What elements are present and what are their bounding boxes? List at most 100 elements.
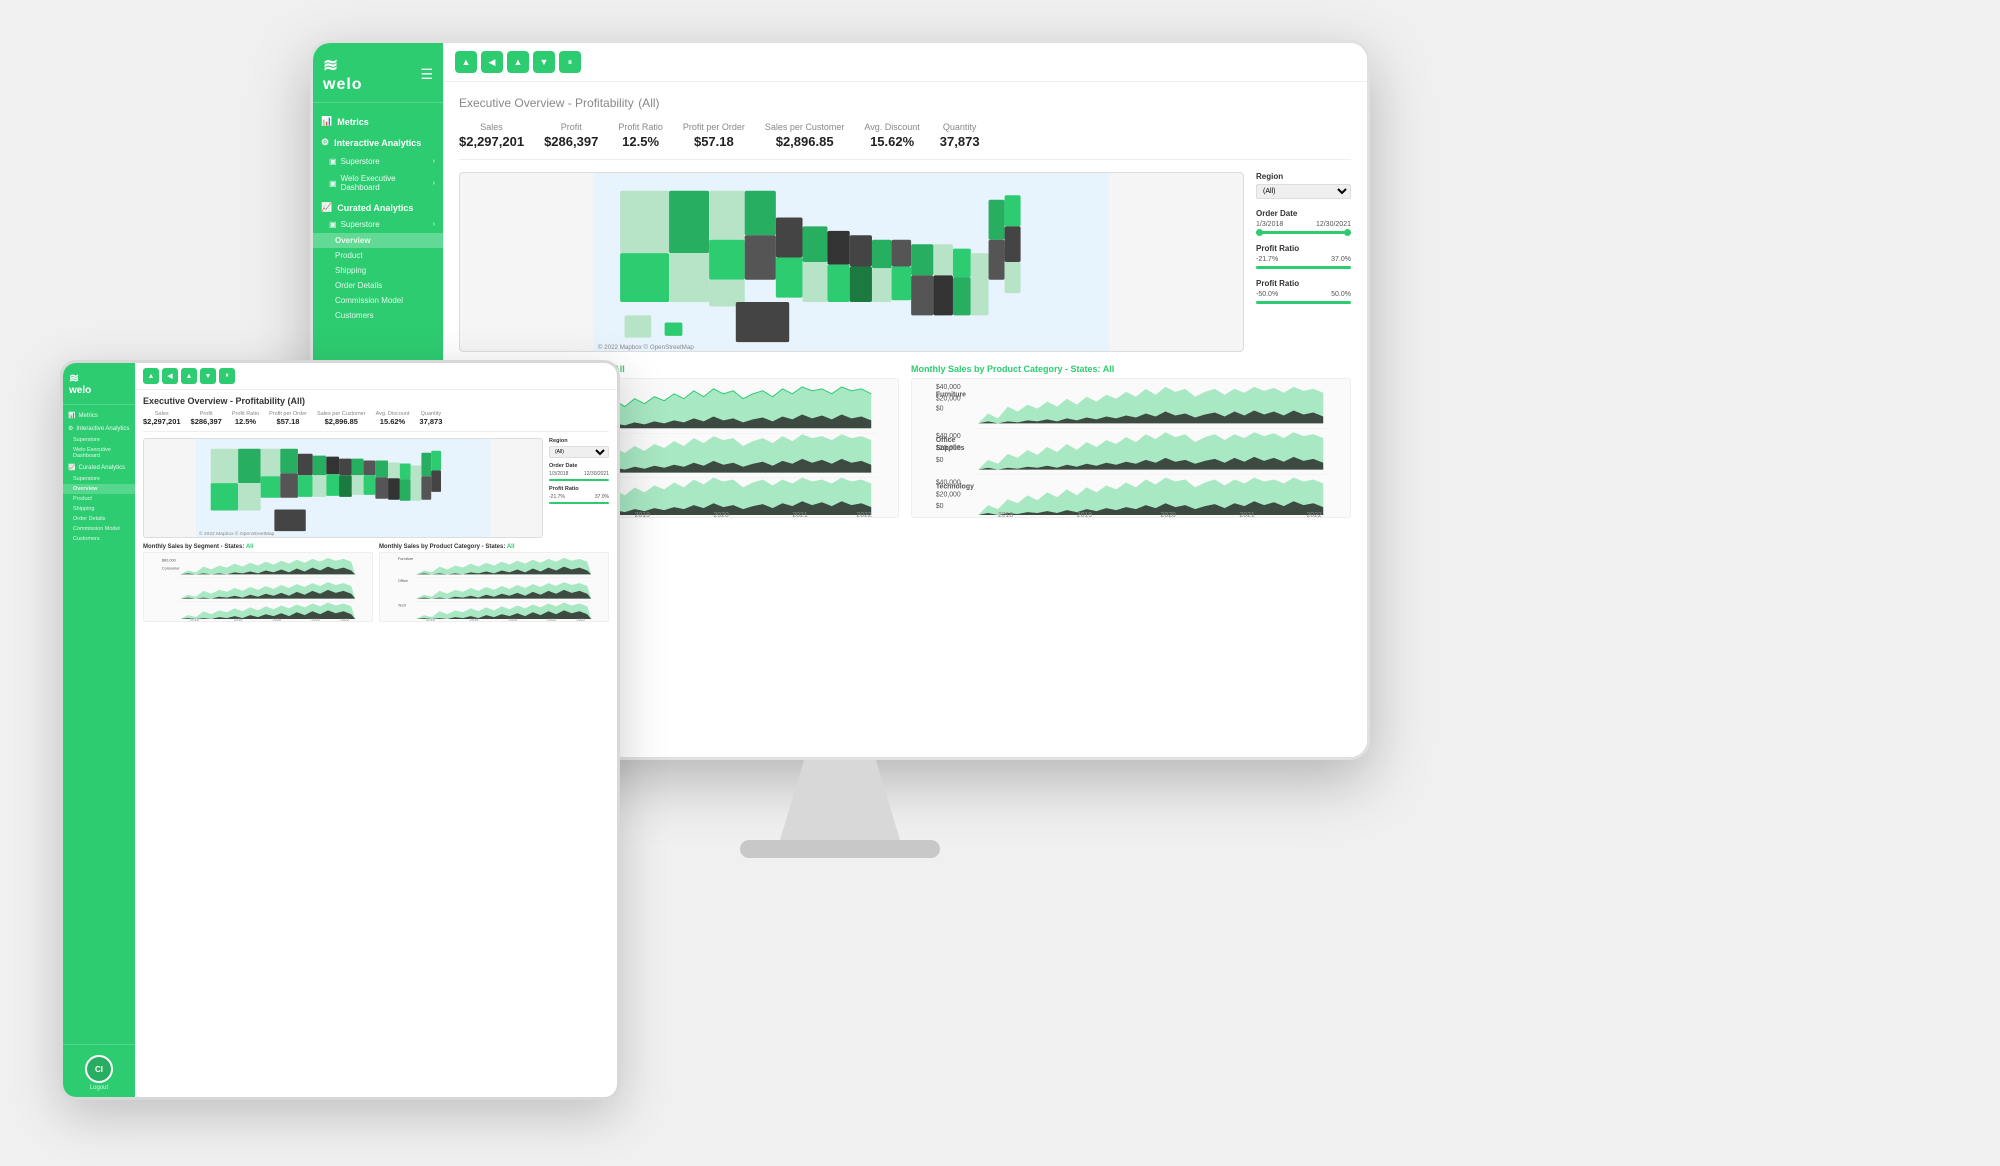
tablet-toolbar-btn-2[interactable]: ◀ — [162, 368, 178, 384]
svg-text:2022: 2022 — [341, 617, 350, 621]
category-chart-svg: $40,000 $20,000 $0 Furniture — [912, 379, 1350, 517]
monitor-stand — [780, 760, 900, 840]
tablet-toolbar-btn-4[interactable]: ▼ — [200, 368, 216, 384]
svg-text:Technology: Technology — [936, 483, 974, 490]
metric-profit: Profit $286,397 — [544, 122, 598, 149]
tablet-nav-order-details[interactable]: Order Details — [63, 514, 135, 524]
tablet-nav-product[interactable]: Product — [63, 494, 135, 504]
svg-text:© 2022 Mapbox © OpenStreetMap: © 2022 Mapbox © OpenStreetMap — [598, 344, 694, 351]
welo-logo: ≋ welo — [323, 55, 363, 94]
welo-exec-icon: ▣ — [329, 179, 337, 188]
dashboard-body: © 2022 Mapbox © OpenStreetMap Region (Al… — [459, 172, 1351, 352]
svg-text:2018: 2018 — [998, 512, 1013, 517]
sidebar-item-welo-executive[interactable]: ▣ Welo Executive Dashboard › — [313, 170, 443, 196]
hamburger-icon[interactable]: ☰ — [420, 66, 433, 83]
svg-text:2020: 2020 — [509, 617, 518, 621]
chevron-right-icon3: › — [433, 221, 435, 228]
dashboard-title: Executive Overview - Profitability (All) — [459, 94, 1351, 112]
sidebar-item-overview[interactable]: Overview — [313, 233, 443, 248]
tablet-metric-sales: Sales $2,297,201 — [143, 411, 181, 426]
filter-profit-ratio-2: Profit Ratio -50.0% 50.0% — [1256, 279, 1351, 304]
logout-label[interactable]: Logout — [69, 1085, 129, 1091]
tablet-nav-superstore2[interactable]: Superstore — [63, 474, 135, 484]
tablet-interactive-icon: ⚙ — [68, 425, 73, 432]
sidebar-item-shipping[interactable]: Shipping — [313, 263, 443, 278]
tablet-body: © 2022 Mapbox © OpenStreetMap Region (Al… — [143, 438, 609, 538]
svg-text:$40,000: $40,000 — [936, 384, 961, 391]
curated-analytics-icon: 📈 — [321, 202, 332, 213]
profit-ratio2-track — [1256, 301, 1351, 304]
chart-container-category: $40,000 $20,000 $0 Furniture — [911, 378, 1351, 518]
region-select[interactable]: (All) — [1256, 184, 1351, 199]
sidebar-item-superstore-curated[interactable]: ▣ Superstore › — [313, 216, 443, 233]
svg-text:2018: 2018 — [190, 617, 199, 621]
svg-text:2020: 2020 — [714, 512, 729, 517]
sidebar-item-commission-model[interactable]: Commission Model — [313, 293, 443, 308]
metrics-icon: 📊 — [321, 116, 332, 127]
tablet-map-area: © 2022 Mapbox © OpenStreetMap — [143, 438, 543, 538]
tablet-region-select[interactable]: (All) — [549, 446, 609, 458]
filter-region: Region (All) — [1256, 172, 1351, 199]
toolbar-btn-4[interactable]: ▼ — [533, 51, 555, 73]
tablet-toolbar-btn-3[interactable]: ▲ — [181, 368, 197, 384]
tablet-nav-customers[interactable]: Customers — [63, 534, 135, 544]
welo-icon: ≋ — [323, 55, 363, 76]
svg-text:2021: 2021 — [792, 512, 807, 517]
svg-text:Furniture: Furniture — [936, 392, 966, 399]
metric-sales: Sales $2,297,201 — [459, 122, 524, 149]
tablet-nav-welo-exec[interactable]: Welo Executive Dashboard — [63, 445, 135, 461]
toolbar-btn-5[interactable]: ⏸ — [559, 51, 581, 73]
sidebar-item-product[interactable]: Product — [313, 248, 443, 263]
range-thumb-right[interactable] — [1344, 229, 1351, 236]
tablet-toolbar-btn-5[interactable]: ⏸ — [219, 368, 235, 384]
tablet-nav-overview[interactable]: Overview — [63, 484, 135, 494]
us-map-svg: © 2022 Mapbox © OpenStreetMap — [460, 173, 1243, 351]
svg-text:2019: 2019 — [1077, 512, 1092, 517]
tablet-date-range: 1/3/2018 12/30/2021 — [549, 471, 609, 477]
tablet-category-svg: Furniture Office Tech — [380, 553, 608, 621]
sidebar-item-metrics[interactable]: 📊 Metrics — [313, 111, 443, 132]
metric-profit-per-order: Profit per Order $57.18 — [683, 122, 745, 149]
svg-text:$0: $0 — [936, 457, 944, 464]
range-thumb-left[interactable] — [1256, 229, 1263, 236]
toolbar-btn-3[interactable]: ▲ — [507, 51, 529, 73]
svg-text:$60,000: $60,000 — [162, 558, 176, 563]
tablet-nav-commission[interactable]: Commission Model — [63, 524, 135, 534]
tablet-toolbar: ▲ ◀ ▲ ▼ ⏸ — [135, 363, 617, 390]
tablet-metrics-icon: 📊 — [68, 412, 75, 419]
tablet-nav-superstore1[interactable]: Superstore — [63, 435, 135, 445]
svg-text:2022: 2022 — [577, 617, 586, 621]
toolbar-btn-2[interactable]: ◀ — [481, 51, 503, 73]
tablet-metric-profit: Profit $286,397 — [191, 411, 222, 426]
svg-text:Office: Office — [398, 578, 408, 583]
sidebar-item-order-details[interactable]: Order Details — [313, 278, 443, 293]
tablet-nav-shipping[interactable]: Shipping — [63, 504, 135, 514]
tablet-device: ≋ welo 📊 Metrics ⚙ Interactive Analytics… — [60, 360, 620, 1120]
svg-text:2022: 2022 — [1306, 512, 1321, 517]
tablet-chart-category: Monthly Sales by Product Category - Stat… — [379, 544, 609, 622]
tablet-toolbar-btn-1[interactable]: ▲ — [143, 368, 159, 384]
svg-text:2022: 2022 — [856, 512, 871, 517]
tablet-metric-profit-ratio: Profit Ratio 12.5% — [232, 411, 259, 426]
welo-text: welo — [323, 76, 363, 94]
tablet-chart-segment-title: Monthly Sales by Segment - States: All — [143, 544, 373, 550]
tablet-filter-panel: Region (All) Order Date 1/3/2018 12/30/2… — [549, 438, 609, 538]
tablet-segment-svg: $60,000 Consumer — [144, 553, 372, 621]
metric-avg-discount: Avg. Discount 15.62% — [864, 122, 919, 149]
sidebar-item-customers[interactable]: Customers — [313, 308, 443, 323]
tablet-sidebar: ≋ welo 📊 Metrics ⚙ Interactive Analytics… — [63, 363, 135, 1097]
tablet-logo: ≋ welo — [63, 363, 135, 405]
tablet-nav-metrics[interactable]: 📊 Metrics — [63, 409, 135, 422]
tablet-nav-interactive[interactable]: ⚙ Interactive Analytics — [63, 422, 135, 435]
sidebar-item-superstore[interactable]: ▣ Superstore › — [313, 153, 443, 170]
chart-title-category: Monthly Sales by Product Category - Stat… — [911, 364, 1351, 374]
sidebar-item-interactive-analytics[interactable]: ⚙ Interactive Analytics — [313, 132, 443, 153]
monitor-toolbar: ▲ ◀ ▲ ▼ ⏸ — [443, 43, 1367, 82]
toolbar-btn-1[interactable]: ▲ — [455, 51, 477, 73]
tablet-nav-curated[interactable]: 📈 Curated Analytics — [63, 461, 135, 474]
monitor-base — [740, 840, 940, 858]
metrics-row: Sales $2,297,201 Profit $286,397 Profit … — [459, 122, 1351, 160]
tablet-segment-chart: $60,000 Consumer — [143, 552, 373, 622]
tablet-main: ▲ ◀ ▲ ▼ ⏸ Executive Overview - Profitabi… — [135, 363, 617, 1097]
ci-badge: CI — [85, 1055, 113, 1083]
